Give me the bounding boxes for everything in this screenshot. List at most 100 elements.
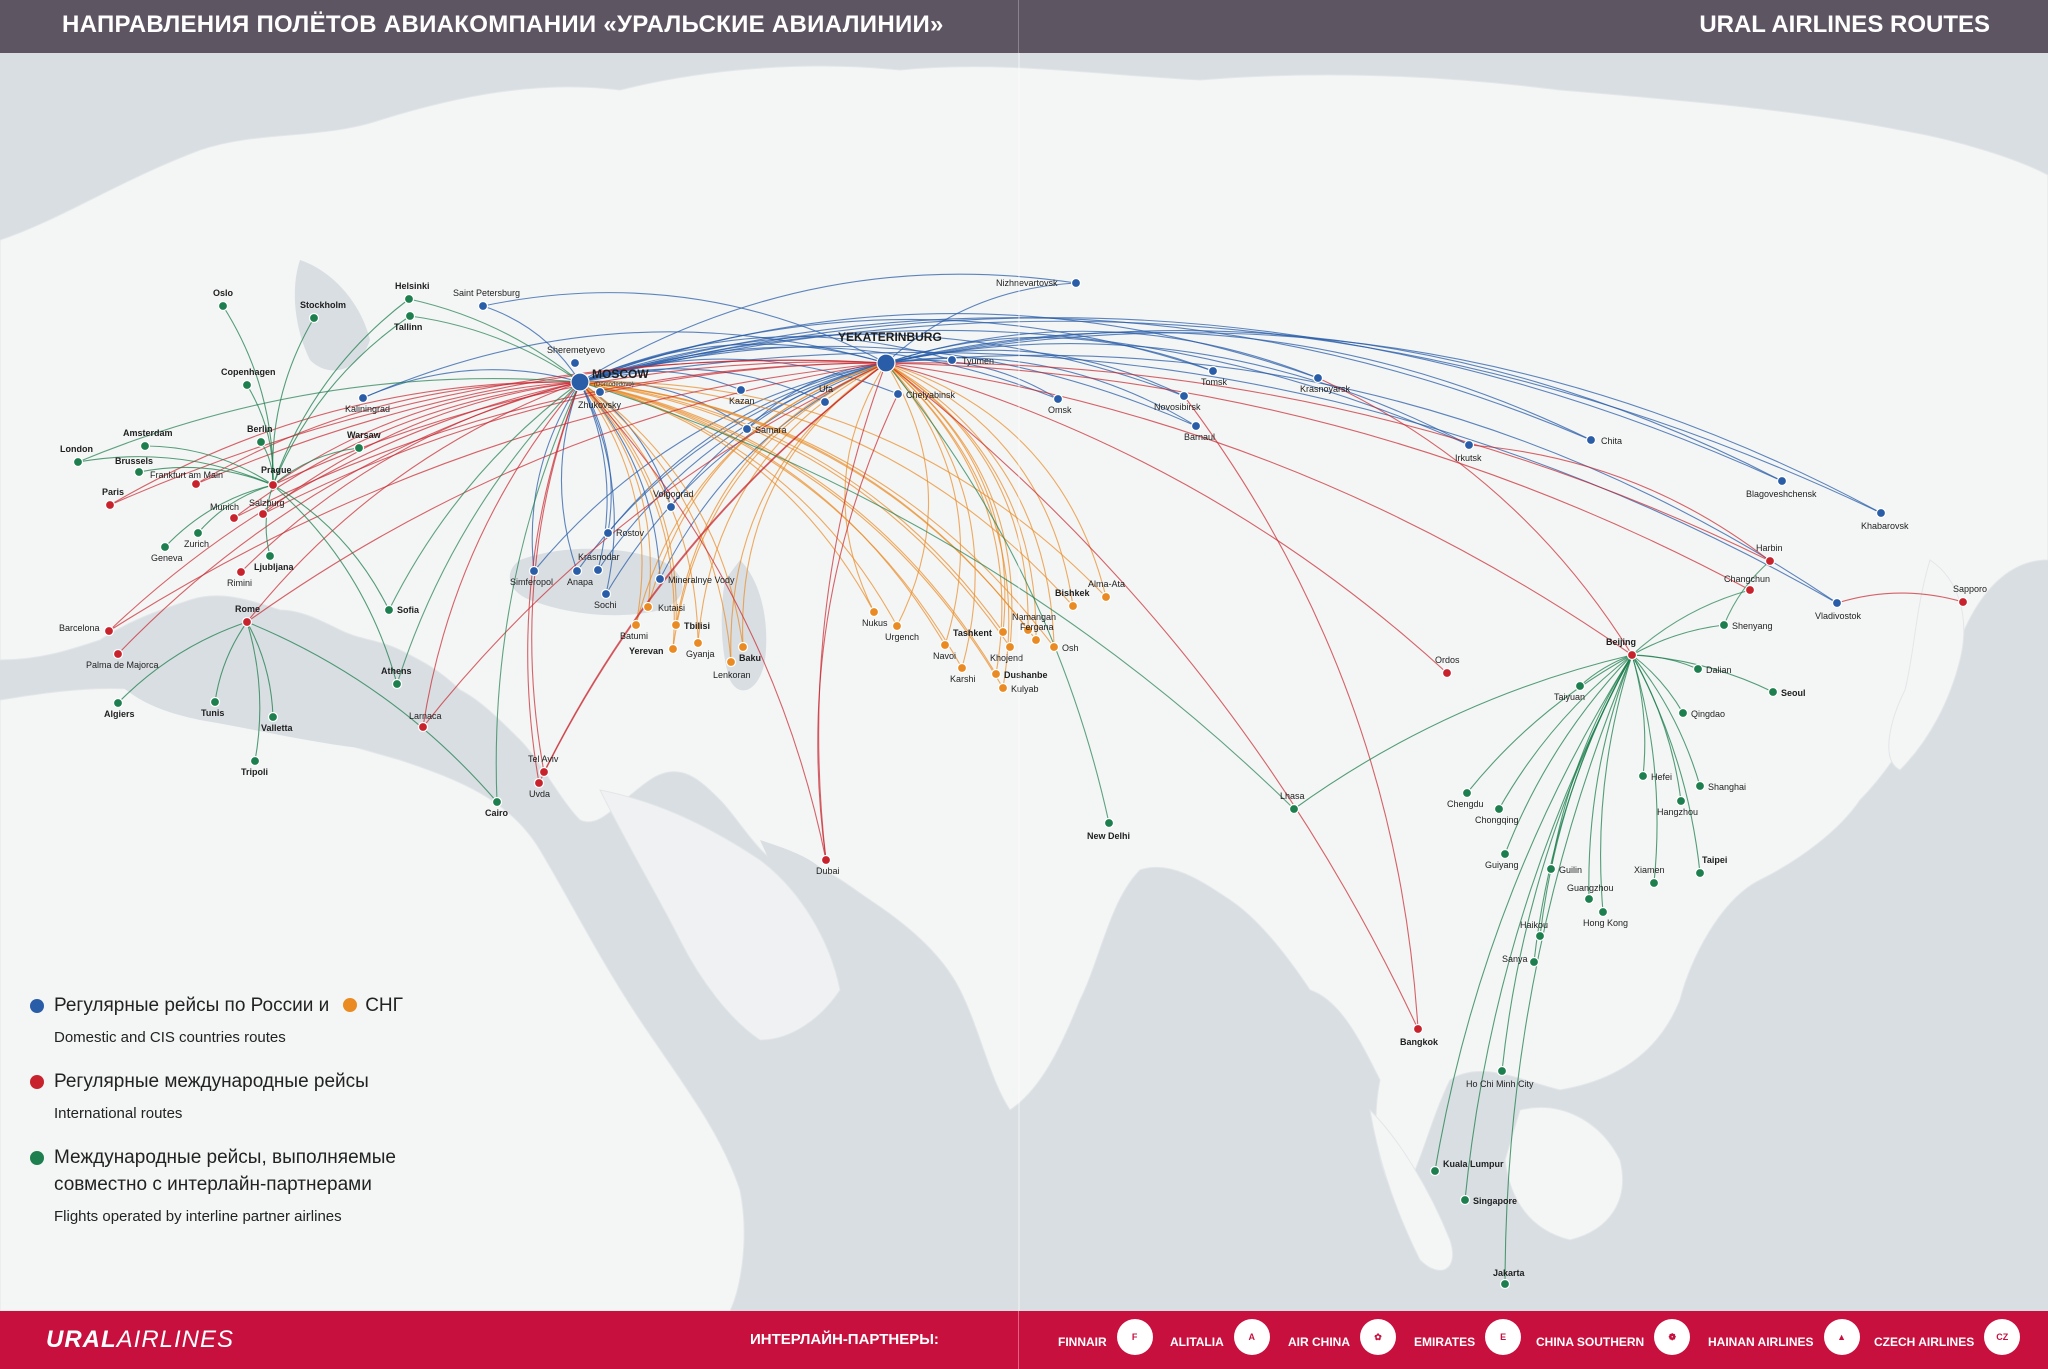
partner-air-china[interactable]: AIR CHINA ✿ — [1288, 1319, 1396, 1355]
domestic-city-dot-icon — [735, 384, 747, 396]
international-city-dot-icon — [417, 721, 429, 733]
city-label: Ufa — [819, 384, 833, 394]
city-samara[interactable]: Samara — [741, 423, 787, 436]
city-seoul[interactable]: Seoul — [1767, 686, 1806, 699]
cis-city-dot-icon — [1030, 634, 1042, 646]
city-chita[interactable]: Chita — [1585, 434, 1623, 447]
city-dalian[interactable]: Dalian — [1692, 663, 1732, 676]
city-label: Sanya — [1502, 954, 1528, 964]
header-divider — [1018, 0, 1019, 53]
interline-city-dot-icon — [1718, 619, 1730, 631]
city-label: Kazan — [729, 396, 755, 406]
city-label: Gyanja — [686, 649, 715, 659]
legend-interline-ru-1: Международные рейсы, выполняемые — [54, 1147, 396, 1168]
legend-interline-ru-2: совместно с интерлайн-партнерами — [54, 1174, 372, 1195]
city-label: Urgench — [885, 632, 919, 642]
city-tbilisi[interactable]: Tbilisi — [670, 619, 711, 632]
city-rostov[interactable]: Rostov — [602, 527, 645, 539]
partner-finnair[interactable]: FINNAIR F — [1058, 1319, 1153, 1355]
city-label: Kulyab — [1011, 684, 1039, 694]
interline-city-dot-icon — [1675, 795, 1687, 807]
city-label: Prague — [261, 465, 292, 475]
city-label: Barnaul — [1184, 432, 1215, 442]
legend-domestic-ru: Регулярные рейсы по России и — [54, 995, 330, 1016]
city-sofia[interactable]: Sofia — [383, 604, 420, 616]
cis-city-dot-icon — [725, 656, 737, 668]
city-label: Shenyang — [1732, 621, 1773, 631]
domestic-city-dot-icon — [741, 423, 753, 435]
city-label: Taipei — [1702, 855, 1727, 865]
city-label: Helsinki — [395, 281, 430, 291]
alitalia-logo-icon: A — [1233, 1319, 1270, 1355]
interline-city-dot-icon — [267, 711, 279, 723]
partners-label: ИНТЕРЛАЙН-ПАРТНЕРЫ: — [750, 1331, 939, 1348]
city-label: Jakarta — [1493, 1268, 1526, 1278]
emirates-logo-icon: E — [1485, 1319, 1522, 1355]
city-label: Lhasa — [1280, 791, 1305, 801]
title-russian: НАПРАВЛЕНИЯ ПОЛЁТОВ АВИАКОМПАНИИ «УРАЛЬС… — [62, 11, 944, 38]
legend-interline: Международные рейсы, выполняемые совмест… — [26, 1144, 506, 1225]
footer-divider — [1018, 1311, 1019, 1369]
cis-city-dot-icon — [956, 662, 968, 674]
city-label: Krasnoyarsk — [1300, 384, 1351, 394]
partner-hainan[interactable]: HAINAN AIRLINES ▲ — [1708, 1319, 1860, 1355]
city-label: Lenkoran — [713, 670, 751, 680]
domestic-city-dot-icon — [654, 573, 666, 585]
partner-alitalia[interactable]: ALITALIA A — [1170, 1319, 1270, 1355]
interline-city-dot-icon — [1103, 817, 1115, 829]
partner-name: AIR CHINA — [1288, 1334, 1350, 1349]
city-label: Uvda — [529, 789, 550, 799]
partner-name: EMIRATES — [1414, 1334, 1476, 1349]
interline-city-dot-icon — [1534, 930, 1546, 942]
city-label: Samara — [755, 425, 787, 435]
city-tyumen[interactable]: Tyumen — [946, 354, 995, 367]
partner-czech-airlines[interactable]: CZECH AIRLINES CZ — [1874, 1319, 2021, 1355]
city-qingdao[interactable]: Qingdao — [1677, 707, 1726, 720]
domestic-city-dot-icon — [592, 564, 604, 576]
international-city-dot-icon — [241, 616, 253, 628]
international-city-dot-icon — [235, 566, 247, 578]
legend-international-en: International routes — [54, 1105, 183, 1122]
city-label: Dalian — [1706, 665, 1732, 675]
legend-international: Регулярные международные рейсы Internati… — [26, 1068, 506, 1122]
domestic-city-dot-icon — [357, 392, 369, 404]
city-mineralnye-vody[interactable]: Mineralnye Vody — [654, 573, 736, 586]
interline-city-dot-icon — [192, 527, 204, 539]
international-city-dot-icon — [267, 479, 279, 491]
city-hefei[interactable]: Hefei — [1637, 770, 1673, 783]
domestic-city-dot-icon — [600, 588, 612, 600]
partner-name: CZECH AIRLINES — [1874, 1334, 1975, 1349]
interline-city-dot-icon — [1459, 1194, 1471, 1206]
city-label: Ljubljana — [254, 562, 294, 572]
legend-domestic-en: Domestic and CIS countries routes — [54, 1029, 286, 1046]
interline-city-dot-icon — [133, 466, 145, 478]
interline-city-dot-icon — [1574, 680, 1586, 692]
domestic-city-dot-icon — [1052, 393, 1064, 405]
city-label: Blagoveshchensk — [1746, 489, 1817, 499]
city-label: New Delhi — [1087, 831, 1130, 841]
city-kutaisi[interactable]: Kutaisi — [642, 601, 686, 614]
city-label: Amsterdam — [123, 428, 173, 438]
city-label: Palma de Majorca — [86, 660, 159, 670]
city-guilin[interactable]: Guilin — [1545, 863, 1583, 876]
city-osh[interactable]: Osh — [1048, 641, 1079, 654]
interline-city-dot-icon — [255, 436, 267, 448]
brand-light: AIRLINES — [116, 1326, 235, 1353]
partner-china-southern[interactable]: CHINA SOUTHERN ❁ — [1536, 1319, 1691, 1355]
partner-emirates[interactable]: EMIRATES E — [1414, 1319, 1522, 1355]
ural-airlines-logo[interactable]: URALAIRLINES — [46, 1326, 234, 1354]
city-label: Rome — [235, 604, 260, 614]
city-label: Ordos — [1435, 655, 1460, 665]
international-dot-icon — [30, 1075, 44, 1089]
city-label: Zurich — [184, 539, 209, 549]
interline-city-dot-icon — [159, 541, 171, 553]
cis-city-dot-icon — [997, 682, 1009, 694]
interline-city-dot-icon — [1694, 867, 1706, 879]
city-label: Bangkok — [1400, 1037, 1439, 1047]
interline-city-dot-icon — [241, 379, 253, 391]
city-label: Ho Chi Minh City — [1466, 1079, 1534, 1089]
city-label: Singapore — [1473, 1196, 1517, 1206]
city-label: Kutaisi — [658, 603, 685, 613]
interline-city-dot-icon — [139, 440, 151, 452]
hainan-logo-icon: ▲ — [1823, 1319, 1860, 1355]
